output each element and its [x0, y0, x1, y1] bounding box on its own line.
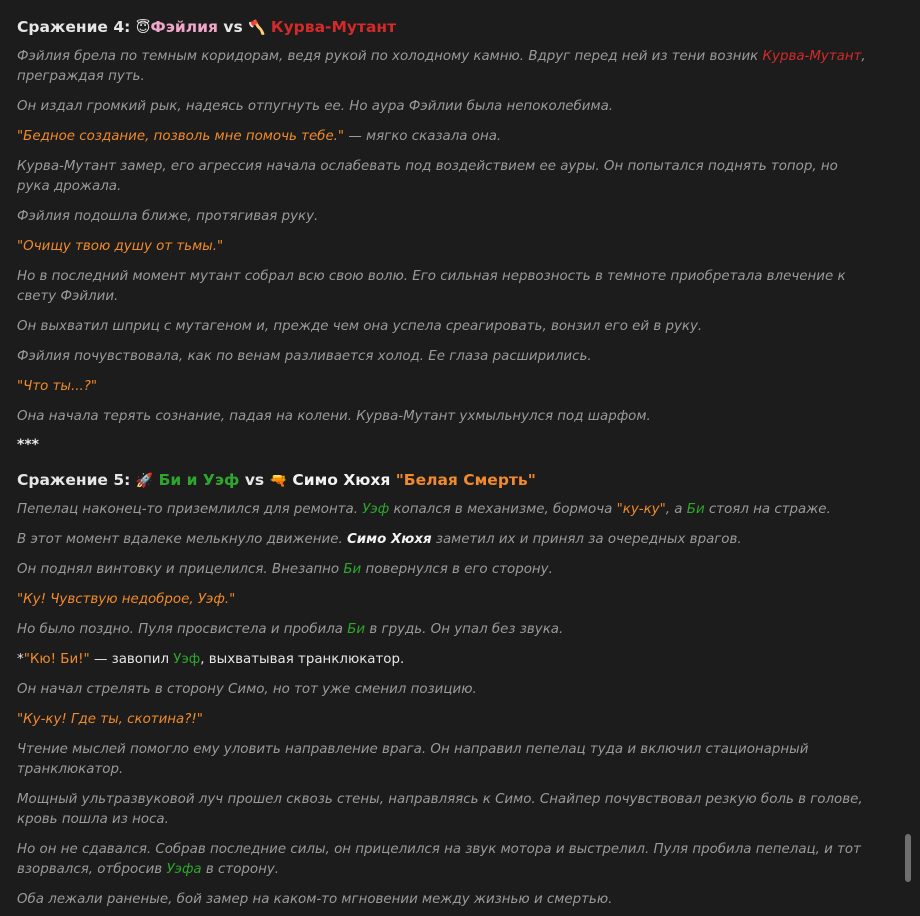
- paragraph-text: повернулся в его сторону.: [361, 562, 553, 577]
- story-paragraph: *"Кю! Би!" — завопил Уэф, выхватывая тра…: [17, 650, 867, 670]
- story-paragraph: В этот момент вдалеке мелькнуло движение…: [17, 530, 867, 550]
- story-paragraph: Мощный ультразвуковой луч прошел сквозь …: [17, 790, 867, 830]
- section-heading: Сражение 5: 🚀 Би и Уэф vs 🔫 Симо Хюхя "Б…: [17, 467, 867, 494]
- paragraph-text: "Ку! Чувствую недоброе, Уэф.": [17, 592, 236, 607]
- emoji-icon: 😇: [135, 20, 151, 36]
- paragraph-text: Он выхватил шприц с мутагеном и, прежде …: [17, 319, 703, 334]
- paragraph-text: *: [17, 652, 24, 667]
- paragraph-text: Курва-Мутант замер, его агрессия начала …: [17, 159, 838, 194]
- scrollbar[interactable]: [904, 0, 912, 916]
- story-paragraph: Фэйлия подошла ближе, протягивая руку.: [17, 207, 867, 227]
- story-paragraph: Он выхватил шприц с мутагеном и, прежде …: [17, 317, 867, 337]
- highlighted-text: Курва-Мутант: [762, 49, 862, 64]
- story-paragraph: Чтение мыслей помогло ему уловить направ…: [17, 740, 867, 780]
- paragraph-text: В этот момент вдалеке мелькнуло движение…: [17, 532, 347, 547]
- story-paragraph: Пепелац наконец-то приземлился для ремон…: [17, 500, 867, 520]
- paragraph-text: заметил их и принял за очередных врагов.: [431, 532, 742, 547]
- heading-text: vs: [217, 18, 249, 36]
- highlighted-text: Би: [347, 622, 366, 637]
- story-paragraph: "Бедное создание, позволь мне помочь теб…: [17, 127, 867, 147]
- paragraph-text: в сторону.: [201, 862, 280, 877]
- battle-section-5: Сражение 5: 🚀 Би и Уэф vs 🔫 Симо Хюхя "Б…: [17, 467, 867, 916]
- emoji-icon: 🔫: [269, 473, 287, 489]
- section-separator: ***: [17, 437, 39, 453]
- story-paragraph: Фэйлия брела по темным коридорам, ведя р…: [17, 47, 867, 87]
- paragraph-text: , а: [665, 502, 687, 517]
- paragraph-text: в грудь. Он упал без звука.: [365, 622, 564, 637]
- dialogue-line: "Очищу твою душу от тьмы.": [17, 237, 867, 257]
- heading-text: Сражение 5:: [17, 471, 136, 489]
- paragraph-text: Фэйлия почувствовала, как по венам разли…: [17, 349, 592, 364]
- highlighted-text: Би: [686, 502, 705, 517]
- dialogue-line: "Ку-ку! Где ты, скотина?!": [17, 710, 867, 730]
- paragraph-text: Он начал стрелять в сторону Симо, но тот…: [17, 682, 477, 697]
- heading-text: Фэйлия: [150, 18, 218, 36]
- paragraph-text: Чтение мыслей помогло ему уловить направ…: [17, 742, 809, 777]
- highlighted-text: "Бедное создание, позволь мне помочь теб…: [17, 129, 345, 144]
- heading-text: Курва-Мутант: [265, 18, 397, 36]
- paragraph-text: Но в последний момент мутант собрал всю …: [17, 269, 846, 304]
- paragraph-text: Он поднял винтовку и прицелился. Внезапн…: [17, 562, 344, 577]
- heading-text: Сражение 4:: [17, 18, 136, 36]
- heading-text: Би и Уэф: [153, 471, 240, 489]
- highlighted-text: Симо Хюхя: [346, 532, 432, 547]
- paragraph-text: Она начала терять сознание, падая на кол…: [17, 409, 651, 424]
- paragraph-text: "Очищу твою душу от тьмы.": [17, 239, 224, 254]
- heading-text: "Белая Смерть": [395, 471, 536, 489]
- paragraph-text: Фэйлия брела по темным коридорам, ведя р…: [17, 49, 763, 64]
- paragraph-text: Фэйлия подошла ближе, протягивая руку.: [17, 209, 319, 224]
- emoji-icon: 🪓: [248, 20, 266, 36]
- highlighted-text: Уэф: [173, 652, 201, 667]
- paragraph-text: — мягко сказала она.: [344, 129, 502, 144]
- paragraph-text: копался в механизме, бормоча: [389, 502, 617, 517]
- story-paragraph: Он начал стрелять в сторону Симо, но тот…: [17, 680, 867, 700]
- paragraph-text: Он издал громкий рык, надеясь отпугнуть …: [17, 99, 614, 114]
- story-paragraph: Он поднял винтовку и прицелился. Внезапн…: [17, 560, 867, 580]
- story-paragraph: Но было поздно. Пуля просвистела и проби…: [17, 620, 867, 640]
- story-paragraph: Но он не сдавался. Собрав последние силы…: [17, 840, 867, 880]
- story-paragraph: Оба лежали раненые, бой замер на каком-т…: [17, 890, 867, 910]
- paragraph-text: Но было поздно. Пуля просвистела и проби…: [17, 622, 348, 637]
- story-paragraph: Она начала терять сознание, падая на кол…: [17, 407, 867, 427]
- dialogue-line: "Ку! Чувствую недоброе, Уэф.": [17, 590, 867, 610]
- story-paragraph: Он издал громкий рык, надеясь отпугнуть …: [17, 97, 867, 117]
- paragraph-text: стоял на страже.: [704, 502, 831, 517]
- paragraph-text: "Что ты...?": [17, 379, 97, 394]
- heading-text: vs: [239, 471, 270, 489]
- emoji-icon: 🚀: [135, 473, 154, 489]
- highlighted-text: "Кю! Би!": [23, 652, 90, 667]
- paragraph-text: , выхватывая транклюкатор.: [200, 652, 405, 667]
- paragraph-text: Оба лежали раненые, бой замер на каком-т…: [17, 892, 613, 907]
- highlighted-text: Уэфа: [166, 862, 202, 877]
- highlighted-text: Би: [343, 562, 362, 577]
- story-paragraph: Фэйлия почувствовала, как по венам разли…: [17, 347, 867, 367]
- story-paragraph: Но в последний момент мутант собрал всю …: [17, 267, 867, 307]
- paragraph-text: Мощный ультразвуковой луч прошел сквозь …: [17, 792, 863, 827]
- message-content: Сражение 4: 😇Фэйлия vs 🪓 Курва-Мутант Фэй…: [17, 14, 867, 916]
- highlighted-text: Уэф: [362, 502, 390, 517]
- paragraph-text: Пепелац наконец-то приземлился для ремон…: [17, 502, 363, 517]
- section-heading: Сражение 4: 😇Фэйлия vs 🪓 Курва-Мутант: [17, 14, 867, 41]
- paragraph-text: "Ку-ку! Где ты, скотина?!": [17, 712, 203, 727]
- highlighted-text: "ку-ку": [616, 502, 666, 517]
- paragraph-text: Но он не сдавался. Собрав последние силы…: [17, 842, 861, 877]
- paragraph-text: — завопил: [89, 652, 174, 667]
- battle-section-4: Сражение 4: 😇Фэйлия vs 🪓 Курва-Мутант Фэй…: [17, 14, 867, 453]
- heading-text: Симо Хюхя: [286, 471, 396, 489]
- dialogue-line: "Что ты...?": [17, 377, 867, 397]
- scrollbar-thumb[interactable]: [905, 834, 911, 882]
- story-paragraph: Курва-Мутант замер, его агрессия начала …: [17, 157, 867, 197]
